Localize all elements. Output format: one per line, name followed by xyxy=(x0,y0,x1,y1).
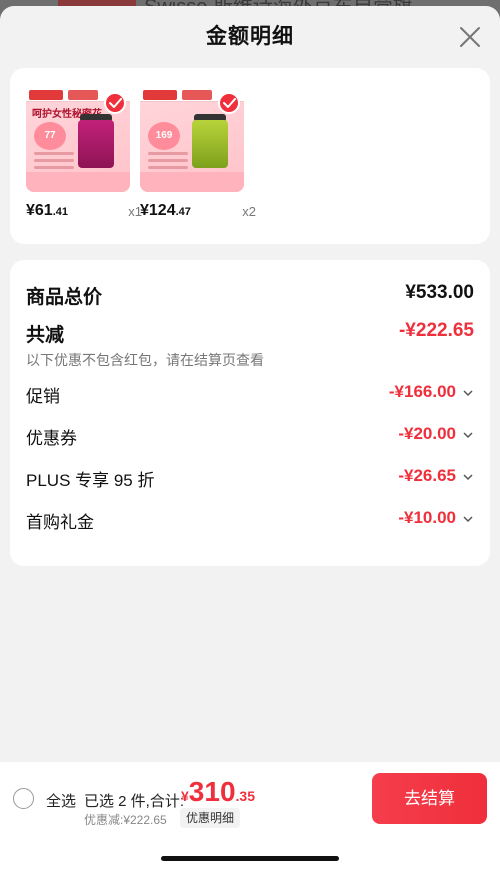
discount-value: -¥26.65 xyxy=(398,466,456,485)
product-bottle-image xyxy=(78,120,114,168)
sheet-title: 金额明细 xyxy=(206,25,294,48)
selected-check-icon xyxy=(104,92,126,114)
product-thumbnail: 呵护女性秘密花 77 xyxy=(26,88,130,192)
discount-value: -¥166.00 xyxy=(388,382,456,401)
discount-detail-toggle[interactable]: 优惠明细 xyxy=(180,808,241,828)
discount-value: -¥20.00 xyxy=(398,424,456,443)
total-price-row: 商品总价 ¥533.00 xyxy=(26,278,474,320)
home-indicator[interactable] xyxy=(161,856,339,861)
close-icon xyxy=(460,27,480,47)
chevron-down-icon xyxy=(463,432,473,439)
total-reduction-value: -¥222.65 xyxy=(398,320,474,341)
select-all-radio[interactable] xyxy=(13,788,34,809)
chevron-down-icon xyxy=(463,474,473,481)
product-item[interactable]: 呵护女性秘密花 77 ¥61.41 x1 xyxy=(26,88,142,222)
selected-count-text: 已选 2 件,合计: xyxy=(84,793,185,810)
discount-label: 促销 xyxy=(26,387,60,406)
discount-value: -¥10.00 xyxy=(398,508,456,527)
amount-detail-sheet: 金额明细 呵护女性秘密花 77 ¥61.41 x1 169 ¥124.47 x2… xyxy=(0,6,500,873)
savings-text: 优惠减:¥222.65 xyxy=(84,813,167,827)
brand-logo xyxy=(182,90,212,100)
total-reduction-row: 共减 -¥222.65 以下优惠不包含红包，请在结算页查看 xyxy=(26,320,474,382)
products-card: 呵护女性秘密花 77 ¥61.41 x1 169 ¥124.47 x2 xyxy=(10,68,490,244)
checkout-button[interactable]: 去结算 xyxy=(372,773,487,824)
chevron-down-icon xyxy=(463,516,473,523)
close-button[interactable] xyxy=(458,25,482,49)
product-thumbnail: 169 xyxy=(140,88,244,192)
amount-detail-card: 商品总价 ¥533.00 共减 -¥222.65 以下优惠不包含红包，请在结算页… xyxy=(10,260,490,566)
discount-label: PLUS 专享 95 折 xyxy=(26,471,155,490)
product-price: ¥124.47 xyxy=(140,202,191,219)
jd-logo xyxy=(29,90,63,100)
checkout-bar: 全选 已选 2 件,合计: ¥310.35 优惠减:¥222.65 优惠明细 去… xyxy=(0,762,500,873)
product-quantity: x2 xyxy=(242,204,256,219)
price-heart-badge: 169 xyxy=(148,122,180,150)
product-item[interactable]: 169 ¥124.47 x2 xyxy=(140,88,256,222)
product-bottle-image xyxy=(192,120,228,168)
jd-logo xyxy=(143,90,177,100)
discount-row-plus[interactable]: PLUS 专享 95 折 -¥26.65 xyxy=(26,466,474,508)
selected-check-icon xyxy=(218,92,240,114)
total-price-value: ¥533.00 xyxy=(405,282,474,303)
sheet-header: 金额明细 xyxy=(0,6,500,68)
discount-row-promotion[interactable]: 促销 -¥166.00 xyxy=(26,382,474,424)
discount-label: 优惠券 xyxy=(26,429,77,448)
brand-logo xyxy=(68,90,98,100)
product-price: ¥61.41 xyxy=(26,202,68,219)
total-price-label: 商品总价 xyxy=(26,287,103,308)
select-all-label[interactable]: 全选 xyxy=(46,790,76,811)
chevron-down-icon xyxy=(463,390,473,397)
order-summary: 已选 2 件,合计: ¥310.35 xyxy=(84,772,284,812)
discount-row-coupon[interactable]: 优惠券 -¥20.00 xyxy=(26,424,474,466)
reduction-note: 以下优惠不包含红包，请在结算页查看 xyxy=(26,352,264,368)
total-reduction-label: 共减 xyxy=(26,325,65,346)
discount-label: 首购礼金 xyxy=(26,513,94,532)
order-total: ¥310.35 xyxy=(181,776,255,807)
discount-row-first-purchase[interactable]: 首购礼金 -¥10.00 xyxy=(26,508,474,550)
price-heart-badge: 77 xyxy=(34,122,66,150)
